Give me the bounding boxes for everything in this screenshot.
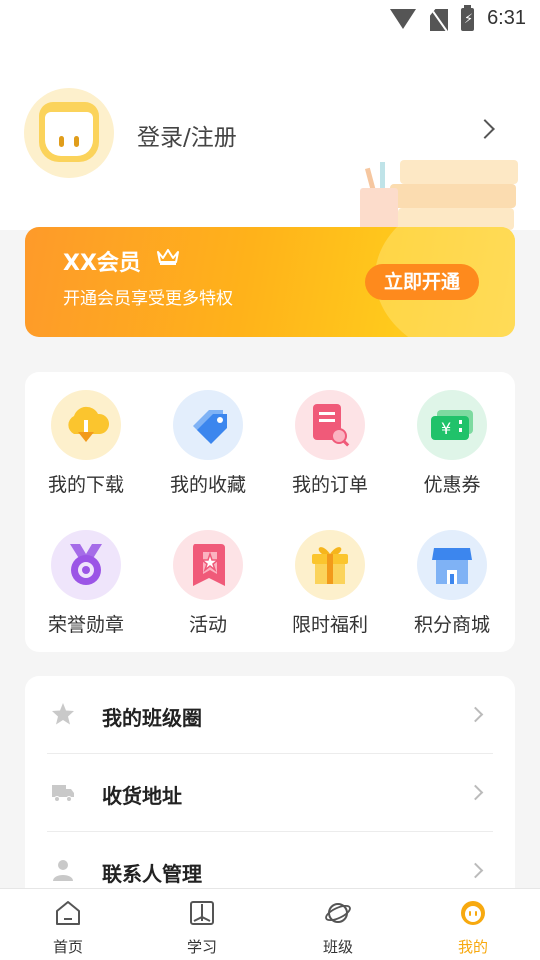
planet-icon — [325, 903, 351, 923]
store-icon — [417, 530, 487, 600]
grid-item-downloads[interactable]: 我的下载 — [25, 390, 147, 497]
grid-item-favorites[interactable]: 我的收藏 — [147, 390, 269, 497]
nav-class[interactable]: 班级 — [298, 899, 378, 957]
grid-item-orders[interactable]: 我的订单 — [269, 390, 391, 497]
list-item-label: 我的班级圈 — [102, 706, 202, 730]
cloud-download-icon — [51, 390, 121, 460]
grid-item-label: 我的订单 — [291, 474, 368, 496]
wifi-icon — [390, 9, 416, 29]
list-item-class-circle[interactable]: 我的班级圈 — [47, 676, 493, 754]
no-sim-icon — [430, 9, 448, 31]
feature-grid: 我的下载 我的收藏 我的订单 ¥ 优惠券 荣誉勋章 活动 限时福利 积分商城 — [25, 372, 515, 652]
avatar[interactable] — [24, 88, 114, 178]
books-illustration — [360, 150, 520, 230]
vip-title: XX会员 — [63, 251, 141, 276]
home-icon — [56, 901, 80, 925]
battery-charging-icon: ⚡ — [461, 5, 474, 31]
nav-home-label: 首页 — [52, 938, 83, 956]
list-item-shipping-address[interactable]: 收货地址 — [47, 754, 493, 832]
medal-icon — [51, 530, 121, 600]
coupon-icon: ¥ — [417, 390, 487, 460]
grid-item-label: 限时福利 — [291, 614, 368, 636]
nav-study[interactable]: 学习 — [162, 899, 242, 957]
book-icon — [190, 901, 214, 925]
list-item-label: 收货地址 — [102, 784, 182, 808]
chevron-right-icon[interactable] — [475, 119, 495, 139]
grid-item-coupons[interactable]: ¥ 优惠券 — [391, 390, 513, 497]
grid-item-points-mall[interactable]: 积分商城 — [391, 530, 513, 637]
chevron-right-icon — [467, 862, 484, 879]
grid-item-label: 荣誉勋章 — [47, 614, 124, 636]
nav-mine[interactable]: 我的 — [433, 899, 513, 957]
nav-home[interactable]: 首页 — [28, 899, 108, 957]
status-time: 6:31 — [487, 7, 526, 29]
grid-item-medals[interactable]: 荣誉勋章 — [25, 530, 147, 637]
avatar-face-icon — [39, 102, 99, 162]
crown-icon — [157, 249, 179, 265]
grid-item-label: 优惠券 — [423, 474, 481, 496]
truck-icon — [52, 785, 74, 802]
nav-study-label: 学习 — [186, 938, 217, 956]
grid-item-label: 活动 — [188, 614, 227, 636]
star-icon — [52, 703, 74, 725]
grid-item-activity[interactable]: 活动 — [147, 530, 269, 637]
nav-mine-label: 我的 — [457, 938, 488, 956]
bottom-nav: 首页 学习 班级 我的 — [0, 888, 540, 960]
chevron-right-icon — [467, 706, 484, 723]
settings-list: 我的班级圈 收货地址 联系人管理 — [25, 676, 515, 916]
activate-vip-button[interactable]: 立即开通 — [365, 264, 479, 300]
person-icon — [53, 860, 73, 881]
vip-banner[interactable]: XX会员 开通会员享受更多特权 立即开通 — [25, 227, 515, 337]
vip-subtitle: 开通会员享受更多特权 — [63, 289, 233, 309]
grid-item-label: 我的收藏 — [169, 474, 246, 496]
chevron-right-icon — [467, 784, 484, 801]
grid-item-label: 我的下载 — [47, 474, 124, 496]
profile-header: 登录/注册 — [0, 40, 540, 230]
grid-item-label: 积分商城 — [413, 614, 490, 636]
activity-star-icon — [173, 530, 243, 600]
list-item-label: 联系人管理 — [102, 862, 202, 886]
login-register-link[interactable]: 登录/注册 — [137, 118, 237, 152]
tag-favorite-icon — [173, 390, 243, 460]
smiley-icon — [461, 901, 485, 925]
grid-item-limited-benefits[interactable]: 限时福利 — [269, 530, 391, 637]
order-document-icon — [295, 390, 365, 460]
status-bar: ⚡ 6:31 — [0, 0, 540, 40]
svg-text:¥: ¥ — [441, 419, 451, 438]
nav-class-label: 班级 — [322, 938, 353, 956]
gift-icon — [295, 530, 365, 600]
